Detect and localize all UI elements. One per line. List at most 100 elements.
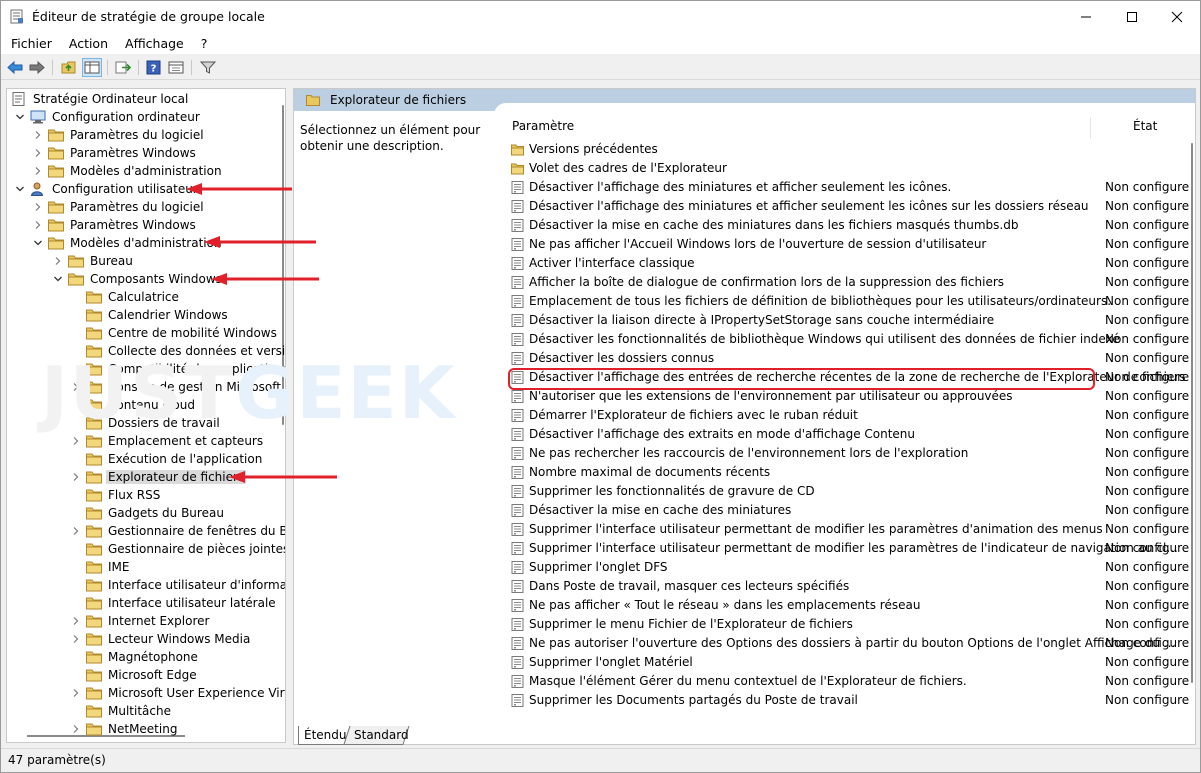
setting-row[interactable]: Désactiver les dossiers connus Non config… (507, 349, 1189, 368)
chevron-down-icon[interactable] (51, 272, 65, 286)
up-folder-icon[interactable] (60, 59, 78, 76)
tree-item[interactable]: Calendrier Windows (69, 306, 230, 324)
setting-row[interactable]: Supprimer les Documents partagés du Post… (507, 691, 1189, 710)
setting-row[interactable]: Supprimer le menu Fichier de l'Explorate… (507, 615, 1189, 634)
tree-item[interactable]: Composants Windows (51, 270, 224, 288)
tree-item[interactable]: Paramètres du logiciel (31, 126, 206, 144)
tree-vertical-scrollbar[interactable] (279, 89, 285, 729)
tree-item[interactable]: Microsoft Edge (69, 666, 199, 684)
tree-item[interactable]: Compatibilité des applications (69, 360, 285, 378)
back-arrow-icon[interactable] (6, 59, 24, 76)
close-button[interactable] (1154, 1, 1200, 32)
setting-row[interactable]: Désactiver la mise en cache des miniatur… (507, 216, 1189, 235)
export-list-icon[interactable] (114, 59, 132, 76)
tree-item[interactable]: Paramètres du logiciel (31, 198, 206, 216)
minimize-button[interactable] (1063, 1, 1109, 32)
tree-item[interactable]: Exécution de l'application (69, 450, 264, 468)
chevron-down-icon[interactable] (13, 182, 27, 196)
tree-item[interactable]: Multitâche (69, 702, 173, 720)
chevron-right-icon[interactable] (31, 146, 45, 160)
chevron-right-icon[interactable] (51, 254, 65, 268)
setting-row[interactable]: Emplacement de tous les fichiers de défi… (507, 292, 1189, 311)
tree-item[interactable]: Configuration utilisateur (13, 180, 200, 198)
tree-item[interactable]: Interface utilisateur d'informati (69, 576, 285, 594)
setting-row[interactable]: Supprimer l'interface utilisateur permet… (507, 539, 1189, 558)
folder-list-item[interactable]: Volet des cadres de l'Explorateur (507, 159, 1187, 178)
chevron-right-icon[interactable] (69, 470, 83, 484)
chevron-right-icon[interactable] (31, 200, 45, 214)
setting-row[interactable]: Désactiver la liaison directe à IPropert… (507, 311, 1189, 330)
menu-fichier[interactable]: Fichier (1, 36, 59, 51)
scroll-thumb[interactable] (1191, 143, 1193, 683)
tree-item[interactable]: NetMeeting (69, 720, 179, 738)
tree-item[interactable]: Emplacement et capteurs (69, 432, 265, 450)
setting-row[interactable]: Activer l'interface classique Non configu… (507, 254, 1189, 273)
chevron-right-icon[interactable] (69, 722, 83, 736)
setting-row[interactable]: Supprimer l'onglet Matériel Non configure (507, 653, 1189, 672)
setting-row[interactable]: Ne pas afficher l'Accueil Windows lors d… (507, 235, 1189, 254)
setting-row[interactable]: Désactiver les fonctionnalités de biblio… (507, 330, 1189, 349)
tree-item[interactable]: Gestionnaire de fenêtres du Bu (69, 522, 285, 540)
tree-item[interactable]: Stratégie Ordinateur local (7, 90, 190, 108)
column-header-etat[interactable]: État (1133, 119, 1157, 141)
tree-item[interactable]: Centre de mobilité Windows (69, 324, 279, 342)
chevron-right-icon[interactable] (69, 686, 83, 700)
chevron-down-icon[interactable] (13, 110, 27, 124)
setting-row[interactable]: N'autoriser que les extensions de l'envi… (507, 387, 1189, 406)
chevron-right-icon[interactable] (69, 632, 83, 646)
tree-item[interactable]: IME (69, 558, 131, 576)
list-vertical-scrollbar[interactable] (1188, 119, 1195, 683)
folder-list-item[interactable]: Versions précédentes (507, 140, 1187, 159)
setting-row[interactable]: Désactiver l'affichage des entrées de re… (507, 368, 1189, 390)
filter-icon[interactable] (199, 59, 217, 76)
setting-row[interactable]: Supprimer l'interface utilisateur permet… (507, 520, 1189, 539)
tree-item[interactable]: Configuration ordinateur (13, 108, 202, 126)
tree-item[interactable]: Explorateur de fichiers (69, 468, 247, 486)
tree-item[interactable]: Interface utilisateur latérale (69, 594, 278, 612)
setting-row[interactable]: Supprimer les fonctionnalités de gravure… (507, 482, 1189, 501)
chevron-right-icon[interactable] (31, 128, 45, 142)
menu-affichage[interactable]: Affichage (115, 36, 191, 51)
chevron-right-icon[interactable] (69, 380, 83, 394)
maximize-button[interactable] (1109, 1, 1155, 32)
tab-etendu[interactable]: Étendu (298, 726, 351, 744)
tree-item[interactable]: Collecte des données et version (69, 342, 285, 360)
setting-row[interactable]: Désactiver l'affichage des extraits en m… (507, 425, 1189, 444)
show-tree-button[interactable] (82, 58, 102, 77)
tree-item[interactable]: Magnétophone (69, 648, 200, 666)
chevron-right-icon[interactable] (31, 164, 45, 178)
tree-item[interactable]: Console de gestion Microsoft (69, 378, 283, 396)
tree-item[interactable]: Dossiers de travail (69, 414, 222, 432)
chevron-right-icon[interactable] (69, 524, 83, 538)
menu-action[interactable]: Action (59, 36, 115, 51)
forward-arrow-icon[interactable] (28, 59, 46, 76)
menu-help[interactable]: ? (191, 36, 215, 51)
tree-item[interactable]: Internet Explorer (69, 612, 211, 630)
setting-row[interactable]: Ne pas afficher « Tout le réseau » dans … (507, 596, 1189, 615)
setting-row[interactable]: Désactiver la mise en cache des miniatur… (507, 501, 1189, 520)
tree-item[interactable]: Modèles d'administration (31, 162, 224, 180)
tab-standard[interactable]: Standard (348, 726, 413, 744)
properties-icon[interactable] (167, 59, 185, 76)
tree-item[interactable]: Modèles d'administration (31, 234, 224, 252)
setting-row[interactable]: Nombre maximal de documents récents Non c… (507, 463, 1189, 482)
tree-item[interactable]: Calculatrice (69, 288, 181, 306)
setting-row[interactable]: Afficher la boîte de dialogue de confirm… (507, 273, 1189, 292)
column-header-parametre[interactable]: Paramètre (512, 119, 574, 141)
setting-row[interactable]: Désactiver l'affichage des miniatures et… (507, 178, 1189, 197)
tree-item[interactable]: Flux RSS (69, 486, 162, 504)
setting-row[interactable]: Ne pas autoriser l'ouverture des Options… (507, 634, 1189, 653)
tree-item[interactable]: Gadgets du Bureau (69, 504, 226, 522)
tree-item[interactable]: Bureau (51, 252, 135, 270)
tree-item[interactable]: Paramètres Windows (31, 216, 198, 234)
setting-row[interactable]: Dans Poste de travail, masquer ces lecte… (507, 577, 1189, 596)
chevron-right-icon[interactable] (31, 218, 45, 232)
setting-row[interactable]: Supprimer l'onglet DFS Non configure (507, 558, 1189, 577)
tree-item[interactable]: Contenu cloud (69, 396, 197, 414)
setting-row[interactable]: Ne pas rechercher les raccourcis de l'en… (507, 444, 1189, 463)
chevron-right-icon[interactable] (69, 614, 83, 628)
tree-item[interactable]: Paramètres Windows (31, 144, 198, 162)
tree-item[interactable]: Gestionnaire de pièces jointes (69, 540, 285, 558)
help-icon[interactable]: ? (145, 59, 163, 76)
chevron-right-icon[interactable] (69, 434, 83, 448)
